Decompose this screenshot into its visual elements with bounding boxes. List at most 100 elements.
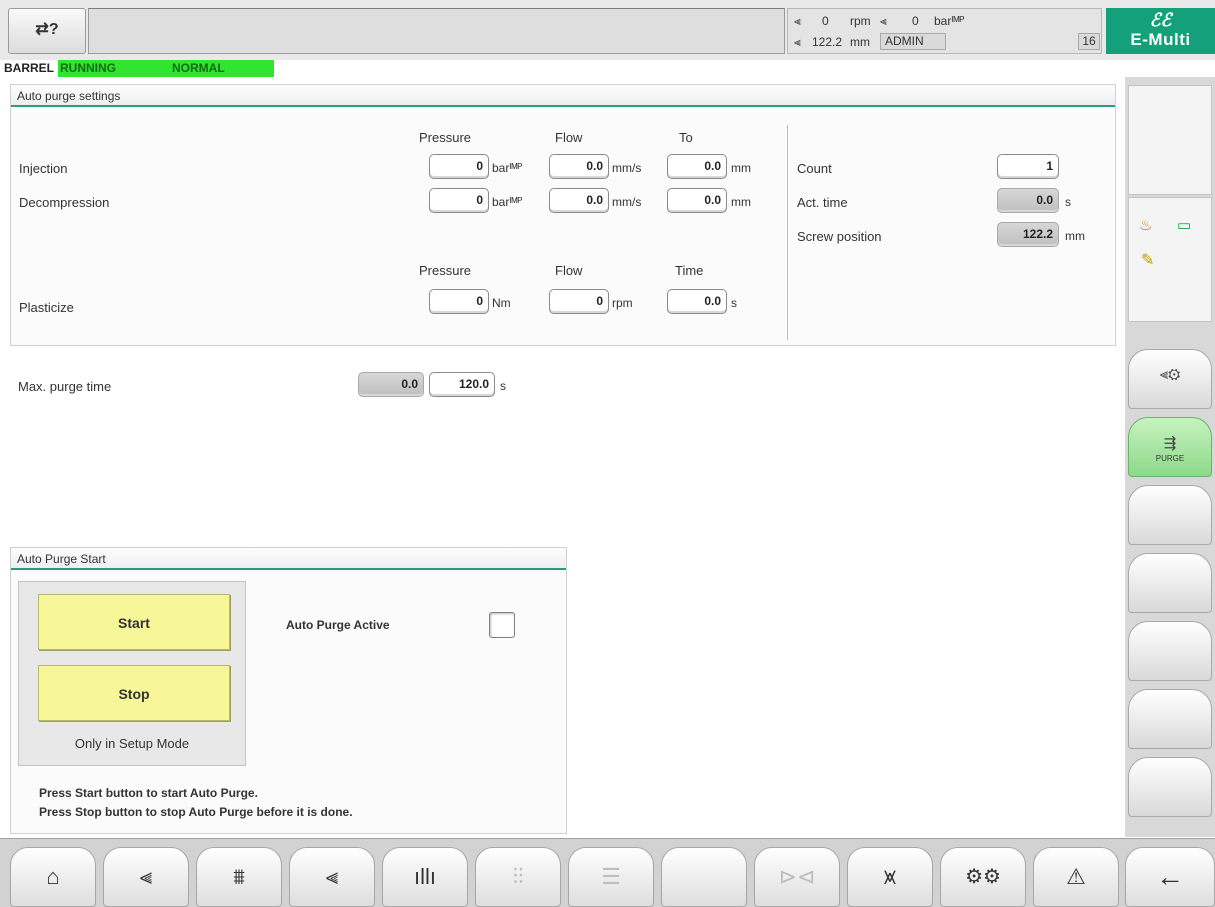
running-status: RUNNING — [58, 60, 274, 77]
settings-icon: ⚙⚙ — [965, 866, 1001, 888]
nav-temperature-button[interactable]: ıllı — [382, 847, 468, 907]
warning-icon: ⚠ — [1066, 864, 1086, 889]
slot-number: 16 — [1078, 33, 1100, 50]
stop-button[interactable]: Stop — [38, 665, 230, 721]
pressure-icon: ⫷ — [880, 14, 887, 28]
chart-icon: ⩙ — [883, 864, 897, 889]
sidebar-blank-button-1[interactable] — [1128, 485, 1212, 545]
back-arrow-icon: ← — [1156, 861, 1184, 892]
count-label: Count — [797, 161, 832, 176]
decompression-flow-input[interactable]: 0.0 — [549, 188, 609, 213]
logo-text: E-Multi — [1130, 30, 1191, 49]
auto-purge-active-checkbox[interactable] — [489, 612, 515, 638]
plasticize-speed-unit: rpm — [612, 296, 633, 310]
screw-position-icon: ⫷ — [794, 35, 801, 49]
mode-status: NORMAL — [172, 61, 225, 75]
sidebar-blank-button-3[interactable] — [1128, 621, 1212, 681]
nav-back-button[interactable]: ← — [1125, 847, 1215, 907]
plasticize-pressure-unit: Nm — [492, 296, 511, 310]
plasticize-label: Plasticize — [19, 300, 74, 315]
injection-flow-input[interactable]: 0.0 — [549, 154, 609, 179]
col-flow-header: Flow — [555, 130, 583, 145]
current-user[interactable]: ADMIN — [880, 33, 946, 50]
nav-valve-button[interactable]: ⊳⊲ — [754, 847, 840, 907]
wrench-icon[interactable]: ✎ — [1141, 250, 1154, 270]
injection-to-unit: mm — [731, 161, 751, 175]
act-time-label: Act. time — [797, 195, 848, 210]
max-purge-time-input[interactable]: 120.0 — [429, 372, 495, 397]
col-pressure-header: Pressure — [419, 130, 472, 145]
injection-flow-unit: mm/s — [612, 161, 642, 175]
header-bar: ⇄? ⫷ 0 rpm ⫷ 0 barᴵᴹᴾ ⫷ 122.2 mm ADMIN 1… — [0, 0, 1215, 60]
sidebar-injection-unit-button[interactable]: ⫷⚙ — [1128, 349, 1212, 409]
logo-mark: ℰℰ — [1149, 10, 1172, 30]
auto-purge-active-label: Auto Purge Active — [286, 618, 390, 632]
barrel-icon[interactable]: ▭ — [1177, 216, 1191, 234]
question-context-icon[interactable]: ⇄? — [8, 8, 86, 54]
nav-injection-setup-button[interactable]: ⫷ — [289, 847, 375, 907]
nav-chart-button[interactable]: ⩙ — [847, 847, 933, 907]
help-glyph: ⇄? — [35, 21, 59, 38]
speed-unit: rpm — [850, 14, 871, 28]
bottom-navigation-bar: ⌂ ⫷ ⩩ ⫷ ıllı ⫶⫶ ☰ ⊳⊲ ⩙ ⚙⚙ ⚠ ← — [0, 838, 1215, 907]
max-purge-time-actual: 0.0 — [358, 372, 424, 397]
sidebar-empty-cell — [1128, 85, 1212, 195]
panel-title: Auto Purge Start — [11, 548, 566, 570]
valve-icon: ⊳⊲ — [778, 864, 816, 889]
col-to-header: To — [679, 130, 693, 145]
barrel-temp-icon: ⩩ — [233, 864, 245, 889]
nav-barrel-temp-button[interactable]: ⩩ — [196, 847, 282, 907]
act-time-value: 0.0 — [997, 188, 1059, 213]
nav-list-button[interactable]: ☰ — [568, 847, 654, 907]
column-divider — [787, 125, 788, 340]
sidebar-purge-button[interactable]: ⇶ PURGE — [1128, 417, 1212, 477]
nav-alarm-button[interactable]: ⚠ — [1033, 847, 1119, 907]
injection-label: Injection — [19, 161, 68, 176]
screw-speed-icon: ⫷ — [794, 14, 801, 28]
plasticize-time-input[interactable]: 0.0 — [667, 289, 727, 314]
plasticize-speed-input[interactable]: 0 — [549, 289, 609, 314]
plasticize-pressure-input[interactable]: 0 — [429, 289, 489, 314]
pressure-value: 0 — [912, 14, 919, 28]
screw-position-label: Screw position — [797, 229, 882, 244]
col-time-header: Time — [675, 263, 704, 278]
count-input[interactable]: 1 — [997, 154, 1059, 179]
pressure-unit: barᴵᴹᴾ — [934, 14, 965, 28]
nav-profile-button[interactable]: ⫶⫶ — [475, 847, 561, 907]
purge-button-group: Start Stop Only in Setup Mode — [18, 581, 246, 766]
sidebar-blank-button-2[interactable] — [1128, 553, 1212, 613]
auto-purge-settings-panel: Auto purge settings Pressure Flow To Inj… — [10, 84, 1116, 346]
auto-purge-start-panel: Auto Purge Start Start Stop Only in Setu… — [10, 547, 567, 834]
nav-blank-button[interactable] — [661, 847, 747, 907]
nav-injection-button[interactable]: ⫷ — [103, 847, 189, 907]
injection-unit-icon: ⫷⚙ — [1159, 366, 1181, 383]
screw-position-unit: mm — [1065, 229, 1085, 243]
purge-label: PURGE — [1155, 454, 1185, 463]
col-pressure-header-2: Pressure — [419, 263, 472, 278]
sidebar-quick-panel: ♨ ▭ ✎ — [1128, 197, 1212, 322]
decompression-to-input[interactable]: 0.0 — [667, 188, 727, 213]
decompression-label: Decompression — [19, 195, 110, 210]
decompression-pressure-input[interactable]: 0 — [429, 188, 489, 213]
help-text-stop: Press Stop button to stop Auto Purge bef… — [39, 805, 353, 819]
machine-status-panel: ⫷ 0 rpm ⫷ 0 barᴵᴹᴾ ⫷ 122.2 mm ADMIN 16 — [787, 8, 1102, 54]
purge-icon: ⇶ — [1163, 435, 1177, 452]
temperature-icon: ıllı — [414, 864, 436, 889]
plasticize-time-unit: s — [731, 296, 737, 310]
start-button[interactable]: Start — [38, 594, 230, 650]
list-icon: ☰ — [601, 864, 621, 889]
heater-icon[interactable]: ♨ — [1139, 216, 1152, 234]
sidebar-blank-button-4[interactable] — [1128, 689, 1212, 749]
injection-to-input[interactable]: 0.0 — [667, 154, 727, 179]
injection-pressure-input[interactable]: 0 — [429, 154, 489, 179]
right-sidebar: ♨ ▭ ✎ ⫷⚙ ⇶ PURGE — [1125, 77, 1215, 837]
max-purge-time-label: Max. purge time — [18, 379, 112, 394]
injection-setup-icon: ⫷ — [325, 864, 339, 889]
running-text: RUNNING — [60, 61, 116, 75]
e-multi-logo: ℰℰ E-Multi — [1106, 8, 1215, 54]
nav-settings-button[interactable]: ⚙⚙ — [940, 847, 1026, 907]
setup-mode-note: Only in Setup Mode — [74, 736, 190, 751]
decompression-pressure-unit: barᴵᴹᴾ — [492, 195, 523, 209]
nav-home-button[interactable]: ⌂ — [10, 847, 96, 907]
sidebar-blank-button-5[interactable] — [1128, 757, 1212, 817]
